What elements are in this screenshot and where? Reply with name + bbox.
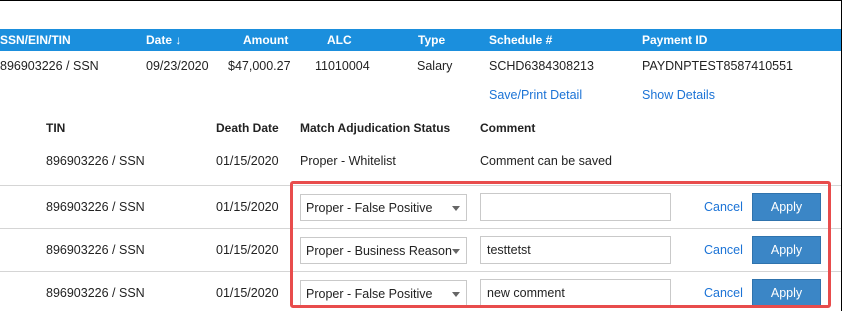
status-select-value: Proper - Business Reason bbox=[306, 244, 452, 258]
apply-button[interactable]: Apply bbox=[752, 193, 821, 221]
comment-input[interactable] bbox=[480, 193, 671, 221]
header-death-date: Death Date bbox=[216, 121, 279, 135]
header-amount[interactable]: Amount bbox=[243, 33, 288, 47]
match-row: 896903226 / SSN 01/15/2020 Proper - Whit… bbox=[0, 140, 841, 182]
apply-button[interactable]: Apply bbox=[752, 236, 821, 264]
row-tin: 896903226 / SSN bbox=[46, 286, 145, 300]
row-death-date: 01/15/2020 bbox=[216, 154, 279, 168]
cell-alc: 11010004 bbox=[315, 59, 370, 73]
status-select[interactable]: Proper - False Positive bbox=[300, 194, 467, 221]
row-death-date: 01/15/2020 bbox=[216, 200, 279, 214]
chevron-down-icon bbox=[452, 249, 460, 254]
row-death-date: 01/15/2020 bbox=[216, 243, 279, 257]
match-row: 896903226 / SSN 01/15/2020 Proper - Fals… bbox=[0, 186, 841, 228]
cell-payment-id: PAYDNPTEST8587410551 bbox=[642, 59, 794, 73]
comment-input[interactable] bbox=[480, 279, 671, 307]
match-table-header: TIN Death Date Match Adjudication Status… bbox=[0, 117, 841, 139]
chevron-down-icon bbox=[452, 292, 460, 297]
cell-ssn: 896903226 / SSN bbox=[0, 59, 99, 73]
comment-input[interactable] bbox=[480, 236, 671, 264]
header-schedule[interactable]: Schedule # bbox=[489, 33, 552, 47]
header-payment-id[interactable]: Payment ID bbox=[642, 33, 707, 47]
header-comment: Comment bbox=[480, 121, 536, 135]
chevron-down-icon bbox=[452, 206, 460, 211]
header-date-label: Date bbox=[146, 33, 173, 47]
status-select-value: Proper - False Positive bbox=[306, 201, 433, 215]
header-match-status: Match Adjudication Status bbox=[300, 121, 451, 135]
status-select[interactable]: Proper - False Positive bbox=[300, 280, 467, 307]
record-actions: Save/Print Detail Show Details bbox=[0, 81, 841, 109]
payments-table-header: SSN/EIN/TIN Date ↓ Amount ALC Type Sched… bbox=[0, 29, 841, 51]
header-type[interactable]: Type bbox=[418, 33, 445, 47]
frame-top-border bbox=[0, 0, 841, 1]
status-select[interactable]: Proper - Business Reason bbox=[300, 237, 467, 264]
header-ssn[interactable]: SSN/EIN/TIN bbox=[0, 33, 71, 47]
cell-amount: $47,000.27 bbox=[228, 59, 291, 73]
row-tin: 896903226 / SSN bbox=[46, 154, 145, 168]
header-alc[interactable]: ALC bbox=[327, 33, 352, 47]
row-death-date: 01/15/2020 bbox=[216, 286, 279, 300]
row-tin: 896903226 / SSN bbox=[46, 243, 145, 257]
frame-right-border bbox=[841, 0, 842, 311]
match-row: 896903226 / SSN 01/15/2020 Proper - Busi… bbox=[0, 229, 841, 271]
cancel-link[interactable]: Cancel bbox=[704, 243, 743, 257]
save-print-detail-link[interactable]: Save/Print Detail bbox=[489, 88, 582, 102]
apply-button[interactable]: Apply bbox=[752, 279, 821, 307]
row-tin: 896903226 / SSN bbox=[46, 200, 145, 214]
cell-date: 09/23/2020 bbox=[146, 59, 209, 73]
header-date[interactable]: Date ↓ bbox=[146, 33, 181, 47]
cell-type: Salary bbox=[417, 59, 453, 73]
match-row: 896903226 / SSN 01/15/2020 Proper - Fals… bbox=[0, 272, 841, 314]
cancel-link[interactable]: Cancel bbox=[704, 286, 743, 300]
show-details-link[interactable]: Show Details bbox=[642, 88, 715, 102]
cell-schedule: SCHD6384308213 bbox=[489, 59, 594, 73]
row-status: Proper - Whitelist bbox=[300, 154, 396, 168]
row-comment: Comment can be saved bbox=[480, 154, 613, 168]
header-tin: TIN bbox=[46, 121, 66, 135]
cancel-link[interactable]: Cancel bbox=[704, 200, 743, 214]
payment-row[interactable]: 896903226 / SSN 09/23/2020 $47,000.27 11… bbox=[0, 51, 841, 81]
sort-down-icon[interactable]: ↓ bbox=[175, 33, 181, 47]
status-select-value: Proper - False Positive bbox=[306, 287, 433, 301]
